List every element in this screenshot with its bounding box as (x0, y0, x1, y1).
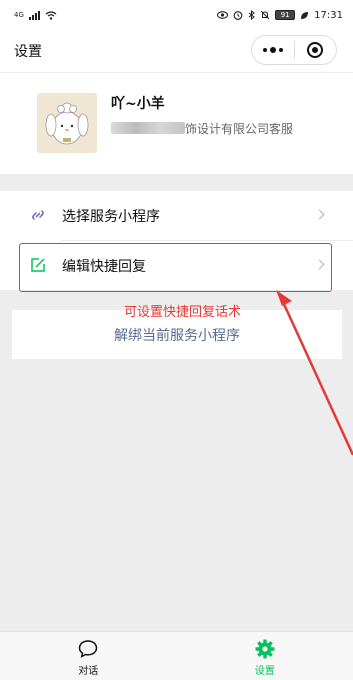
chevron-right-icon (314, 259, 325, 270)
edit-quick-reply-item[interactable]: 编辑快捷回复 (0, 241, 353, 290)
tab-settings-label: 设置 (254, 666, 275, 677)
page-title: 设置 (14, 44, 42, 60)
battery-icon: 91 (275, 10, 296, 20)
miniprogram-link-icon (32, 210, 44, 220)
more-dots-icon (262, 46, 283, 53)
eye-icon (217, 11, 229, 19)
battery-level: 91 (280, 11, 290, 19)
gear-icon (255, 639, 275, 659)
tab-chat[interactable]: 对话 (0, 632, 177, 680)
bluetooth-icon (248, 10, 255, 20)
avatar[interactable] (37, 93, 97, 153)
network-label: 4G (14, 11, 24, 19)
annotation-text: 可设置快捷回复话术 (124, 305, 242, 320)
select-miniprogram-label: 选择服务小程序 (62, 209, 160, 225)
status-bar: 4G 91 17:31 (0, 0, 353, 30)
edit-quick-reply-label: 编辑快捷回复 (62, 259, 146, 275)
tab-chat-label: 对话 (78, 666, 99, 677)
unbind-label: 解绑当前服务小程序 (114, 327, 240, 344)
settings-menu: 选择服务小程序 编辑快捷回复 (0, 191, 353, 290)
more-button[interactable] (252, 36, 294, 64)
signal-icon (28, 10, 40, 20)
mute-bell-icon (260, 10, 270, 20)
status-right: 91 17:31 (217, 10, 343, 21)
leaf-icon (301, 11, 309, 19)
profile-description-text: 饰设计有限公司客服 (185, 122, 294, 136)
close-miniprogram-button[interactable] (295, 36, 337, 64)
target-close-icon (307, 42, 324, 58)
alarm-icon (233, 11, 243, 20)
profile-card: 吖~小羊 饰设计有限公司客服 (0, 72, 353, 174)
wifi-icon (45, 10, 57, 20)
nav-bar: 设置 (0, 30, 353, 72)
chevron-right-icon (314, 209, 325, 220)
profile-description: 饰设计有限公司客服 (111, 120, 301, 139)
redacted-blur (111, 122, 185, 134)
profile-name: 吖~小羊 (111, 96, 165, 112)
capsule-menu (251, 35, 337, 65)
chat-bubble-icon (78, 640, 98, 658)
tab-settings[interactable]: 设置 (177, 632, 353, 680)
tab-bar: 对话 设置 (0, 631, 353, 680)
status-time: 17:31 (314, 9, 343, 21)
status-left: 4G (14, 10, 57, 20)
select-miniprogram-item[interactable]: 选择服务小程序 (0, 191, 353, 240)
sheep-avatar-icon (37, 93, 97, 153)
edit-icon (31, 258, 45, 272)
